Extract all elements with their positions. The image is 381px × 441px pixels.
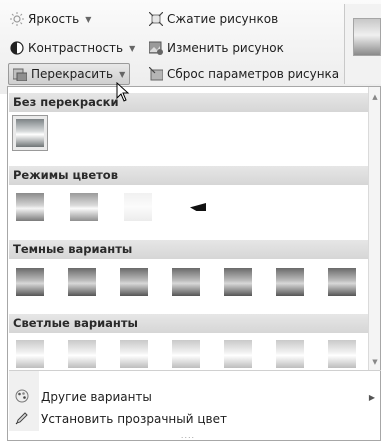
more-variants-menu-item[interactable]: Другие варианты ▶ bbox=[9, 386, 381, 408]
section-header-dark-variants: Темные варианты bbox=[9, 240, 368, 259]
more-variants-label: Другие варианты bbox=[41, 390, 152, 404]
recolor-option-light-2[interactable] bbox=[64, 336, 100, 372]
recolor-dropdown-panel: Без перекраски Режимы цветов Темные вари… bbox=[7, 86, 381, 441]
picture-thumbnail bbox=[328, 340, 356, 368]
recolor-icon bbox=[12, 67, 28, 82]
recolor-option-grayscale[interactable] bbox=[12, 189, 48, 225]
contrast-button[interactable]: Контрастность ▼ bbox=[6, 37, 139, 59]
picture-thumbnail bbox=[120, 268, 148, 296]
picture-thumbnail bbox=[70, 193, 98, 221]
compress-pictures-button[interactable]: Сжатие рисунков bbox=[145, 8, 282, 30]
mouse-cursor-icon bbox=[116, 81, 130, 102]
recolor-option-no-recolor[interactable] bbox=[12, 115, 48, 151]
recolor-option-dark-6[interactable] bbox=[272, 264, 308, 300]
picture-styles-group[interactable] bbox=[344, 4, 381, 84]
picture-thumbnail bbox=[172, 340, 200, 368]
picture-thumbnail bbox=[276, 340, 304, 368]
picture-thumbnail bbox=[224, 340, 252, 368]
chevron-down-icon: ▼ bbox=[85, 14, 92, 24]
recolor-option-dark-1[interactable] bbox=[12, 264, 48, 300]
recolor-option-light-1[interactable] bbox=[12, 336, 48, 372]
section-header-light-variants: Светлые варианты bbox=[9, 314, 368, 333]
section-header-color-modes: Режимы цветов bbox=[9, 166, 368, 185]
brightness-label: Яркость bbox=[28, 12, 80, 26]
recolor-option-dark-2[interactable] bbox=[64, 264, 100, 300]
brightness-button[interactable]: Яркость ▼ bbox=[6, 8, 95, 30]
contrast-icon bbox=[10, 41, 24, 55]
recolor-option-washout[interactable] bbox=[120, 189, 156, 225]
recolor-option-dark-7[interactable] bbox=[324, 264, 360, 300]
reset-picture-button[interactable]: Сброс параметров рисунка bbox=[145, 63, 343, 85]
recolor-option-dark-5[interactable] bbox=[220, 264, 256, 300]
compress-label: Сжатие рисунков bbox=[167, 12, 279, 26]
picture-thumbnail bbox=[16, 340, 44, 368]
recolor-option-dark-4[interactable] bbox=[168, 264, 204, 300]
picture-thumbnail bbox=[328, 268, 356, 296]
recolor-option-light-4[interactable] bbox=[168, 336, 204, 372]
picture-thumbnail bbox=[16, 268, 44, 296]
recolor-option-light-3[interactable] bbox=[116, 336, 152, 372]
picture-thumbnail bbox=[68, 340, 96, 368]
picture-style-thumbnail[interactable] bbox=[353, 18, 381, 56]
picture-thumbnail bbox=[120, 340, 148, 368]
reset-picture-icon bbox=[148, 66, 164, 81]
menu-divider bbox=[9, 370, 381, 371]
compress-icon bbox=[148, 11, 164, 27]
set-transparent-color-menu-item[interactable]: Установить прозрачный цвет bbox=[9, 408, 381, 430]
chevron-right-icon: ▶ bbox=[368, 392, 375, 402]
recolor-button[interactable]: Перекрасить ▼ bbox=[8, 63, 130, 85]
recolor-option-light-6[interactable] bbox=[272, 336, 308, 372]
picture-thumbnail bbox=[224, 268, 252, 296]
picture-thumbnail bbox=[172, 268, 200, 296]
pen-icon bbox=[9, 411, 35, 428]
change-picture-button[interactable]: Изменить рисунок bbox=[145, 37, 288, 59]
recolor-option-light-5[interactable] bbox=[220, 336, 256, 372]
recolor-option-black-white[interactable] bbox=[174, 189, 210, 225]
recolor-option-sepia[interactable] bbox=[66, 189, 102, 225]
recolor-option-dark-3[interactable] bbox=[116, 264, 152, 300]
color-palette-icon bbox=[9, 389, 35, 406]
change-picture-label: Изменить рисунок bbox=[167, 41, 284, 55]
sun-icon bbox=[10, 12, 24, 26]
set-transparent-color-label: Установить прозрачный цвет bbox=[41, 412, 227, 426]
picture-thumbnail bbox=[16, 119, 44, 147]
change-picture-icon bbox=[148, 41, 163, 55]
picture-thumbnail bbox=[124, 193, 152, 221]
resize-grip[interactable]: .... bbox=[168, 432, 208, 440]
reset-picture-label: Сброс параметров рисунка bbox=[167, 67, 340, 81]
chevron-down-icon: ▼ bbox=[129, 43, 136, 53]
picture-tools-ribbon: Яркость ▼ Контрастность ▼ Перекрасить ▼ … bbox=[0, 0, 381, 94]
scroll-up-icon[interactable]: ▲ bbox=[370, 92, 380, 102]
picture-thumbnail bbox=[16, 193, 44, 221]
chevron-down-icon: ▼ bbox=[119, 69, 126, 79]
gallery-scrollbar[interactable]: ▲ ▼ bbox=[368, 87, 380, 370]
section-header-no-recolor: Без перекраски bbox=[9, 93, 368, 112]
picture-thumbnail bbox=[276, 268, 304, 296]
picture-thumbnail bbox=[68, 268, 96, 296]
contrast-label: Контрастность bbox=[28, 41, 124, 55]
scroll-down-icon[interactable]: ▼ bbox=[370, 357, 380, 367]
recolor-label: Перекрасить bbox=[31, 67, 114, 81]
picture-thumbnail bbox=[178, 193, 206, 221]
recolor-option-light-7[interactable] bbox=[324, 336, 360, 372]
